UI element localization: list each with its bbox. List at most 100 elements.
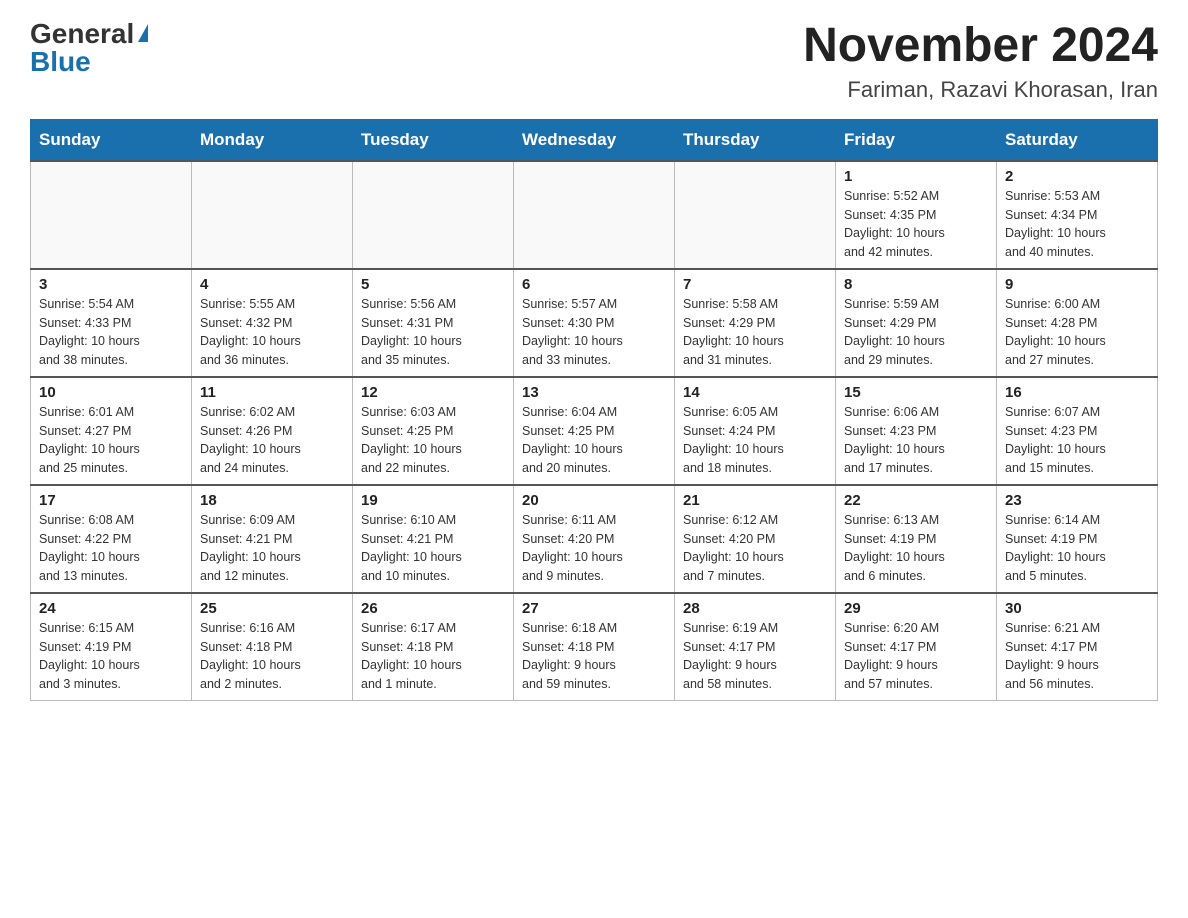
day-number: 4 <box>200 276 344 293</box>
calendar-cell: 11 Sunrise: 6:02 AM Sunset: 4:26 PM Dayli… <box>192 377 353 485</box>
day-info: Sunrise: 6:01 AM Sunset: 4:27 PM Dayligh… <box>39 403 183 478</box>
day-info: Sunrise: 5:54 AM Sunset: 4:33 PM Dayligh… <box>39 295 183 370</box>
day-info: Sunrise: 6:07 AM Sunset: 4:23 PM Dayligh… <box>1005 403 1149 478</box>
day-info: Sunrise: 5:58 AM Sunset: 4:29 PM Dayligh… <box>683 295 827 370</box>
day-info: Sunrise: 5:53 AM Sunset: 4:34 PM Dayligh… <box>1005 187 1149 262</box>
calendar-header-wednesday: Wednesday <box>514 119 675 161</box>
calendar-cell: 4 Sunrise: 5:55 AM Sunset: 4:32 PM Daylig… <box>192 269 353 377</box>
day-number: 13 <box>522 384 666 401</box>
calendar-header-friday: Friday <box>836 119 997 161</box>
calendar-cell: 18 Sunrise: 6:09 AM Sunset: 4:21 PM Dayli… <box>192 485 353 593</box>
day-info: Sunrise: 5:56 AM Sunset: 4:31 PM Dayligh… <box>361 295 505 370</box>
day-number: 3 <box>39 276 183 293</box>
day-number: 1 <box>844 168 988 185</box>
calendar-cell <box>31 161 192 269</box>
calendar-cell: 16 Sunrise: 6:07 AM Sunset: 4:23 PM Dayli… <box>997 377 1158 485</box>
day-number: 10 <box>39 384 183 401</box>
calendar-cell: 29 Sunrise: 6:20 AM Sunset: 4:17 PM Dayli… <box>836 593 997 701</box>
day-info: Sunrise: 6:06 AM Sunset: 4:23 PM Dayligh… <box>844 403 988 478</box>
calendar-cell: 21 Sunrise: 6:12 AM Sunset: 4:20 PM Dayli… <box>675 485 836 593</box>
page-header: General Blue November 2024 Fariman, Raza… <box>30 20 1158 103</box>
day-info: Sunrise: 6:16 AM Sunset: 4:18 PM Dayligh… <box>200 619 344 694</box>
day-number: 27 <box>522 600 666 617</box>
day-number: 22 <box>844 492 988 509</box>
day-number: 18 <box>200 492 344 509</box>
day-number: 15 <box>844 384 988 401</box>
calendar-header-monday: Monday <box>192 119 353 161</box>
day-number: 26 <box>361 600 505 617</box>
location-title: Fariman, Razavi Khorasan, Iran <box>803 77 1158 103</box>
calendar-header-tuesday: Tuesday <box>353 119 514 161</box>
day-number: 28 <box>683 600 827 617</box>
day-number: 12 <box>361 384 505 401</box>
day-number: 2 <box>1005 168 1149 185</box>
calendar-cell: 13 Sunrise: 6:04 AM Sunset: 4:25 PM Dayli… <box>514 377 675 485</box>
day-info: Sunrise: 6:00 AM Sunset: 4:28 PM Dayligh… <box>1005 295 1149 370</box>
day-info: Sunrise: 6:05 AM Sunset: 4:24 PM Dayligh… <box>683 403 827 478</box>
day-info: Sunrise: 6:02 AM Sunset: 4:26 PM Dayligh… <box>200 403 344 478</box>
day-number: 16 <box>1005 384 1149 401</box>
calendar-header-sunday: Sunday <box>31 119 192 161</box>
calendar-cell: 17Sunrise: 6:08 AM Sunset: 4:22 PM Dayli… <box>31 485 192 593</box>
calendar-cell: 24 Sunrise: 6:15 AM Sunset: 4:19 PM Dayli… <box>31 593 192 701</box>
calendar-cell: 6 Sunrise: 5:57 AM Sunset: 4:30 PM Daylig… <box>514 269 675 377</box>
calendar-cell <box>353 161 514 269</box>
day-info: Sunrise: 5:57 AM Sunset: 4:30 PM Dayligh… <box>522 295 666 370</box>
calendar-cell: 15 Sunrise: 6:06 AM Sunset: 4:23 PM Dayli… <box>836 377 997 485</box>
calendar-cell: 2 Sunrise: 5:53 AM Sunset: 4:34 PM Daylig… <box>997 161 1158 269</box>
calendar-cell: 19Sunrise: 6:10 AM Sunset: 4:21 PM Dayli… <box>353 485 514 593</box>
calendar-cell: 22 Sunrise: 6:13 AM Sunset: 4:19 PM Dayli… <box>836 485 997 593</box>
day-number: 6 <box>522 276 666 293</box>
day-info: Sunrise: 6:08 AM Sunset: 4:22 PM Dayligh… <box>39 511 183 586</box>
calendar-cell: 8 Sunrise: 5:59 AM Sunset: 4:29 PM Daylig… <box>836 269 997 377</box>
month-title: November 2024 <box>803 20 1158 73</box>
week-row-2: 3 Sunrise: 5:54 AM Sunset: 4:33 PM Daylig… <box>31 269 1158 377</box>
day-number: 11 <box>200 384 344 401</box>
day-number: 24 <box>39 600 183 617</box>
day-number: 8 <box>844 276 988 293</box>
week-row-4: 17Sunrise: 6:08 AM Sunset: 4:22 PM Dayli… <box>31 485 1158 593</box>
day-number: 21 <box>683 492 827 509</box>
day-info: Sunrise: 5:59 AM Sunset: 4:29 PM Dayligh… <box>844 295 988 370</box>
calendar-cell: 1 Sunrise: 5:52 AM Sunset: 4:35 PM Daylig… <box>836 161 997 269</box>
title-block: November 2024 Fariman, Razavi Khorasan, … <box>803 20 1158 103</box>
day-number: 25 <box>200 600 344 617</box>
day-info: Sunrise: 6:11 AM Sunset: 4:20 PM Dayligh… <box>522 511 666 586</box>
calendar-cell: 23Sunrise: 6:14 AM Sunset: 4:19 PM Dayli… <box>997 485 1158 593</box>
calendar-cell: 7 Sunrise: 5:58 AM Sunset: 4:29 PM Daylig… <box>675 269 836 377</box>
calendar-cell: 28 Sunrise: 6:19 AM Sunset: 4:17 PM Dayli… <box>675 593 836 701</box>
calendar-cell: 27 Sunrise: 6:18 AM Sunset: 4:18 PM Dayli… <box>514 593 675 701</box>
calendar-cell: 10 Sunrise: 6:01 AM Sunset: 4:27 PM Dayli… <box>31 377 192 485</box>
day-info: Sunrise: 6:20 AM Sunset: 4:17 PM Dayligh… <box>844 619 988 694</box>
day-info: Sunrise: 6:19 AM Sunset: 4:17 PM Dayligh… <box>683 619 827 694</box>
week-row-1: 1 Sunrise: 5:52 AM Sunset: 4:35 PM Daylig… <box>31 161 1158 269</box>
calendar-header-thursday: Thursday <box>675 119 836 161</box>
day-info: Sunrise: 5:52 AM Sunset: 4:35 PM Dayligh… <box>844 187 988 262</box>
logo-general-text: General <box>30 20 134 48</box>
calendar-cell <box>514 161 675 269</box>
week-row-3: 10 Sunrise: 6:01 AM Sunset: 4:27 PM Dayli… <box>31 377 1158 485</box>
calendar-cell: 26 Sunrise: 6:17 AM Sunset: 4:18 PM Dayli… <box>353 593 514 701</box>
day-number: 7 <box>683 276 827 293</box>
day-info: Sunrise: 6:15 AM Sunset: 4:19 PM Dayligh… <box>39 619 183 694</box>
day-info: Sunrise: 6:03 AM Sunset: 4:25 PM Dayligh… <box>361 403 505 478</box>
day-info: Sunrise: 6:04 AM Sunset: 4:25 PM Dayligh… <box>522 403 666 478</box>
day-number: 14 <box>683 384 827 401</box>
day-info: Sunrise: 6:14 AM Sunset: 4:19 PM Dayligh… <box>1005 511 1149 586</box>
day-info: Sunrise: 6:17 AM Sunset: 4:18 PM Dayligh… <box>361 619 505 694</box>
day-info: Sunrise: 6:21 AM Sunset: 4:17 PM Dayligh… <box>1005 619 1149 694</box>
day-number: 9 <box>1005 276 1149 293</box>
day-number: 19 <box>361 492 505 509</box>
calendar-cell: 3 Sunrise: 5:54 AM Sunset: 4:33 PM Daylig… <box>31 269 192 377</box>
calendar-cell: 25 Sunrise: 6:16 AM Sunset: 4:18 PM Dayli… <box>192 593 353 701</box>
day-number: 29 <box>844 600 988 617</box>
calendar-cell: 5Sunrise: 5:56 AM Sunset: 4:31 PM Daylig… <box>353 269 514 377</box>
day-info: Sunrise: 6:13 AM Sunset: 4:19 PM Dayligh… <box>844 511 988 586</box>
day-info: Sunrise: 6:18 AM Sunset: 4:18 PM Dayligh… <box>522 619 666 694</box>
calendar-cell: 30Sunrise: 6:21 AM Sunset: 4:17 PM Dayli… <box>997 593 1158 701</box>
day-info: Sunrise: 5:55 AM Sunset: 4:32 PM Dayligh… <box>200 295 344 370</box>
day-info: Sunrise: 6:12 AM Sunset: 4:20 PM Dayligh… <box>683 511 827 586</box>
calendar-cell: 9 Sunrise: 6:00 AM Sunset: 4:28 PM Daylig… <box>997 269 1158 377</box>
day-info: Sunrise: 6:09 AM Sunset: 4:21 PM Dayligh… <box>200 511 344 586</box>
calendar-cell: 20Sunrise: 6:11 AM Sunset: 4:20 PM Dayli… <box>514 485 675 593</box>
